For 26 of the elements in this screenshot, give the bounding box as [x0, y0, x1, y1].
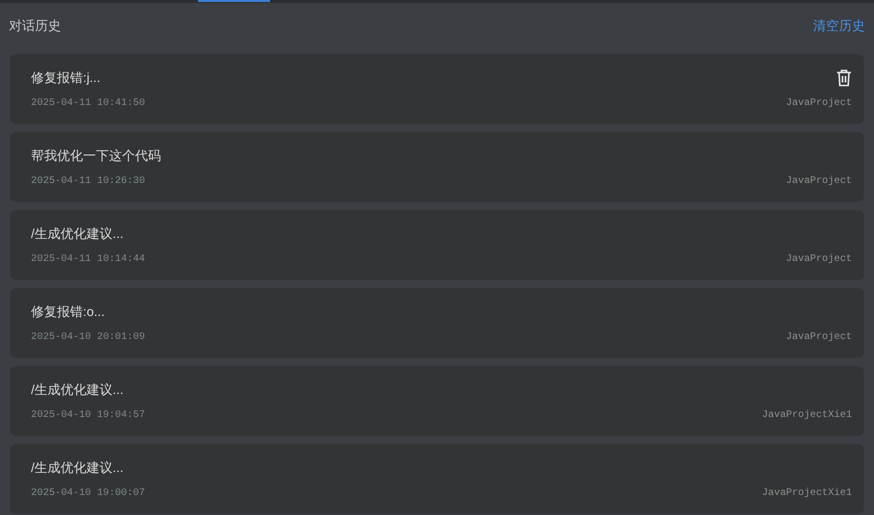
conversation-card[interactable]: 帮我优化一下这个代码 2025-04-11 10:26:30 JavaProject [10, 132, 864, 202]
project-name: JavaProjectXie1 [762, 486, 852, 501]
conversation-time: 2025-04-11 10:26:30 [31, 175, 146, 189]
conversation-card[interactable]: /生成优化建议... 2025-04-10 19:04:57 JavaProjectXie1 [10, 366, 864, 436]
conversation-title: /生成优化建议... [31, 459, 124, 478]
conversation-time: 2025-04-11 10:14:44 [31, 253, 146, 267]
conversation-title: /生成优化建议... [31, 381, 124, 400]
project-name: JavaProject [786, 174, 852, 189]
conversation-title: 修复报错:j... [31, 69, 100, 88]
conversation-title: /生成优化建议... [31, 225, 124, 244]
conversation-card[interactable]: 修复报错:j... 2025-04-11 10:41:50 JavaProject [10, 54, 864, 124]
panel-title: 对话历史 [9, 16, 61, 35]
conversation-time: 2025-04-11 10:41:50 [31, 97, 146, 111]
conversation-time: 2025-04-10 19:04:57 [31, 409, 146, 423]
conversation-card[interactable]: /生成优化建议... 2025-04-10 19:00:07 JavaProjectXie1 [10, 444, 864, 514]
conversation-card[interactable]: /生成优化建议... 2025-04-11 10:14:44 JavaProject [10, 210, 864, 280]
conversation-time: 2025-04-10 20:01:09 [31, 331, 146, 345]
conversation-title: 帮我优化一下这个代码 [31, 147, 161, 166]
project-name: JavaProject [786, 252, 852, 267]
project-name: JavaProjectXie1 [762, 408, 852, 423]
project-name: JavaProject [786, 330, 852, 345]
conversation-time: 2025-04-10 19:00:07 [31, 487, 146, 501]
conversation-title: 修复报错:o... [31, 303, 105, 322]
trash-icon[interactable] [836, 69, 852, 87]
conversation-card[interactable]: 修复报错:o... 2025-04-10 20:01:09 JavaProject [10, 288, 864, 358]
project-name: JavaProject [786, 96, 852, 111]
